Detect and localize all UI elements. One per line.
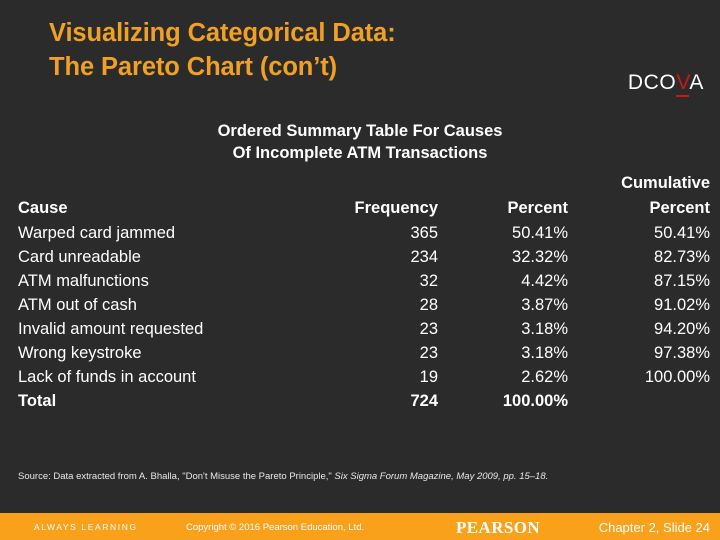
header-top-cause [18, 172, 303, 195]
summary-table: Cumulative Cause Frequency Percent Perce… [18, 172, 710, 413]
page-title: Visualizing Categorical Data: The Pareto… [49, 16, 609, 84]
total-frequency: 724 [410, 392, 438, 410]
header-cause: Cause [18, 199, 68, 217]
cell-percent: 50.41% [512, 224, 568, 242]
cell-frequency: 234 [410, 248, 438, 266]
header-percent: Percent [507, 199, 568, 217]
cell-percent: 2.62% [521, 368, 568, 386]
dcova-badge: DCOVA [627, 71, 704, 97]
cell-cumulative: 91.02% [654, 296, 710, 314]
header-cumulative-percent: Percent [649, 199, 710, 217]
source-note-italic: Six Sigma Forum Magazine, May 2009, pp. … [334, 471, 549, 482]
header-top-percent [438, 172, 568, 195]
footer-bar: ALWAYS LEARNING Copyright © 2016 Pearson… [0, 513, 720, 540]
total-cumulative [568, 389, 710, 413]
cell-frequency: 23 [419, 320, 438, 338]
cell-percent: 32.32% [512, 248, 568, 266]
cell-frequency: 365 [410, 224, 438, 242]
dcova-suffix: A [689, 71, 704, 94]
table-header-top-row: Cumulative [18, 172, 710, 195]
cell-frequency: 23 [419, 344, 438, 362]
table-caption-line-1: Ordered Summary Table For Causes [217, 122, 503, 140]
cell-cumulative: 97.38% [654, 344, 710, 362]
cell-cause: Invalid amount requested [18, 320, 204, 338]
cell-percent: 3.18% [521, 344, 568, 362]
slide-reference: Chapter 2, Slide 24 [598, 520, 710, 535]
cell-cause: Wrong keystroke [18, 344, 142, 362]
cell-frequency: 19 [419, 368, 438, 386]
header-top-frequency [303, 172, 438, 195]
total-label: Total [18, 392, 57, 410]
copyright-text: Copyright © 2016 Pearson Education, Ltd. [186, 522, 365, 533]
table-caption: Ordered Summary Table For Causes Of Inco… [110, 120, 610, 164]
table-row: ATM out of cash 28 3.87% 91.02% [18, 293, 710, 317]
dcova-prefix: DCO [627, 71, 677, 94]
cell-cumulative: 100.00% [644, 368, 710, 386]
cell-cause: ATM malfunctions [18, 272, 149, 290]
always-learning-tagline: ALWAYS LEARNING [34, 522, 138, 532]
header-frequency: Frequency [354, 199, 438, 217]
table-row: Invalid amount requested 23 3.18% 94.20% [18, 317, 710, 341]
slide-canvas: Visualizing Categorical Data: The Pareto… [0, 0, 720, 540]
table-header-row: Cause Frequency Percent Percent [18, 195, 710, 221]
cell-cumulative: 50.41% [654, 224, 710, 242]
title-line-2: The Pareto Chart (con’t) [49, 53, 338, 81]
cell-frequency: 28 [419, 296, 438, 314]
cell-cumulative: 82.73% [654, 248, 710, 266]
cell-cause: Lack of funds in account [18, 368, 196, 386]
dcova-highlight-v: V [676, 71, 690, 97]
table-row: ATM malfunctions 32 4.42% 87.15% [18, 269, 710, 293]
cell-cumulative: 87.15% [654, 272, 710, 290]
cell-percent: 3.18% [521, 320, 568, 338]
source-note-plain: Source: Data extracted from A. Bhalla, "… [18, 471, 335, 482]
table-row: Card unreadable 234 32.32% 82.73% [18, 245, 710, 269]
table-total-row: Total 724 100.00% [18, 389, 710, 413]
table-row: Lack of funds in account 19 2.62% 100.00… [18, 365, 710, 389]
cell-percent: 4.42% [521, 272, 568, 290]
title-line-1: Visualizing Categorical Data: [49, 19, 396, 47]
cell-cause: Warped card jammed [18, 224, 176, 242]
header-top-cumulative: Cumulative [621, 174, 710, 192]
cell-percent: 3.87% [521, 296, 568, 314]
cell-cause: Card unreadable [18, 248, 141, 266]
cell-cause: ATM out of cash [18, 296, 137, 314]
table-row: Wrong keystroke 23 3.18% 97.38% [18, 341, 710, 365]
table-row: Warped card jammed 365 50.41% 50.41% [18, 221, 710, 245]
total-percent: 100.00% [502, 392, 568, 410]
source-note: Source: Data extracted from A. Bhalla, "… [18, 470, 578, 483]
pearson-logo: PEARSON [456, 518, 541, 537]
cell-cumulative: 94.20% [654, 320, 710, 338]
cell-frequency: 32 [419, 272, 438, 290]
table-caption-line-2: Of Incomplete ATM Transactions [232, 144, 488, 162]
